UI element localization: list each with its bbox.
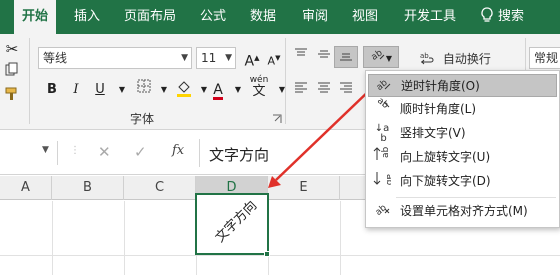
menu-item-angle-counterclockwise[interactable]: ab 逆时针角度(O) <box>368 74 557 97</box>
vertical-text-icon: ↓a b <box>374 123 390 144</box>
rotate-down-icon: ab <box>371 170 394 194</box>
svg-text:ab: ab <box>375 78 390 91</box>
menu-item-rotate-down[interactable]: ab 向下旋转文字(D) <box>368 170 557 193</box>
svg-text:ab: ab <box>374 203 389 216</box>
menu-item-label: 设置单元格对齐方式(M) <box>400 204 528 218</box>
rotate-up-icon: ab <box>371 146 393 170</box>
menu-item-rotate-up[interactable]: ab 向上旋转文字(U) <box>368 146 557 169</box>
menu-item-label: 向下旋转文字(D) <box>400 174 491 188</box>
menu-item-label: 向上旋转文字(U) <box>400 150 491 164</box>
angle-ccw-icon: ab <box>372 75 394 99</box>
menu-item-label: 顺时针角度(L) <box>400 102 477 116</box>
svg-text:ab: ab <box>375 98 390 111</box>
menu-item-angle-clockwise[interactable]: ab 顺时针角度(L) <box>368 96 557 122</box>
menu-item-label: 逆时针角度(O) <box>401 79 480 93</box>
orientation-menu: ab 逆时针角度(O) ab 顺时针角度(L) ↓a b 竖排文字(V) ab … <box>365 70 560 228</box>
menu-item-format-cell-alignment[interactable]: ab 设置单元格对齐方式(M) <box>368 200 557 223</box>
svg-text:ab: ab <box>381 146 391 158</box>
menu-item-vertical-text[interactable]: ↓a b 竖排文字(V) <box>368 122 557 145</box>
svg-text:ab: ab <box>384 174 391 186</box>
menu-item-label: 竖排文字(V) <box>400 126 466 140</box>
format-alignment-icon: ab <box>371 200 393 224</box>
angle-cw-icon: ab <box>371 96 393 122</box>
menu-separator <box>396 197 556 198</box>
